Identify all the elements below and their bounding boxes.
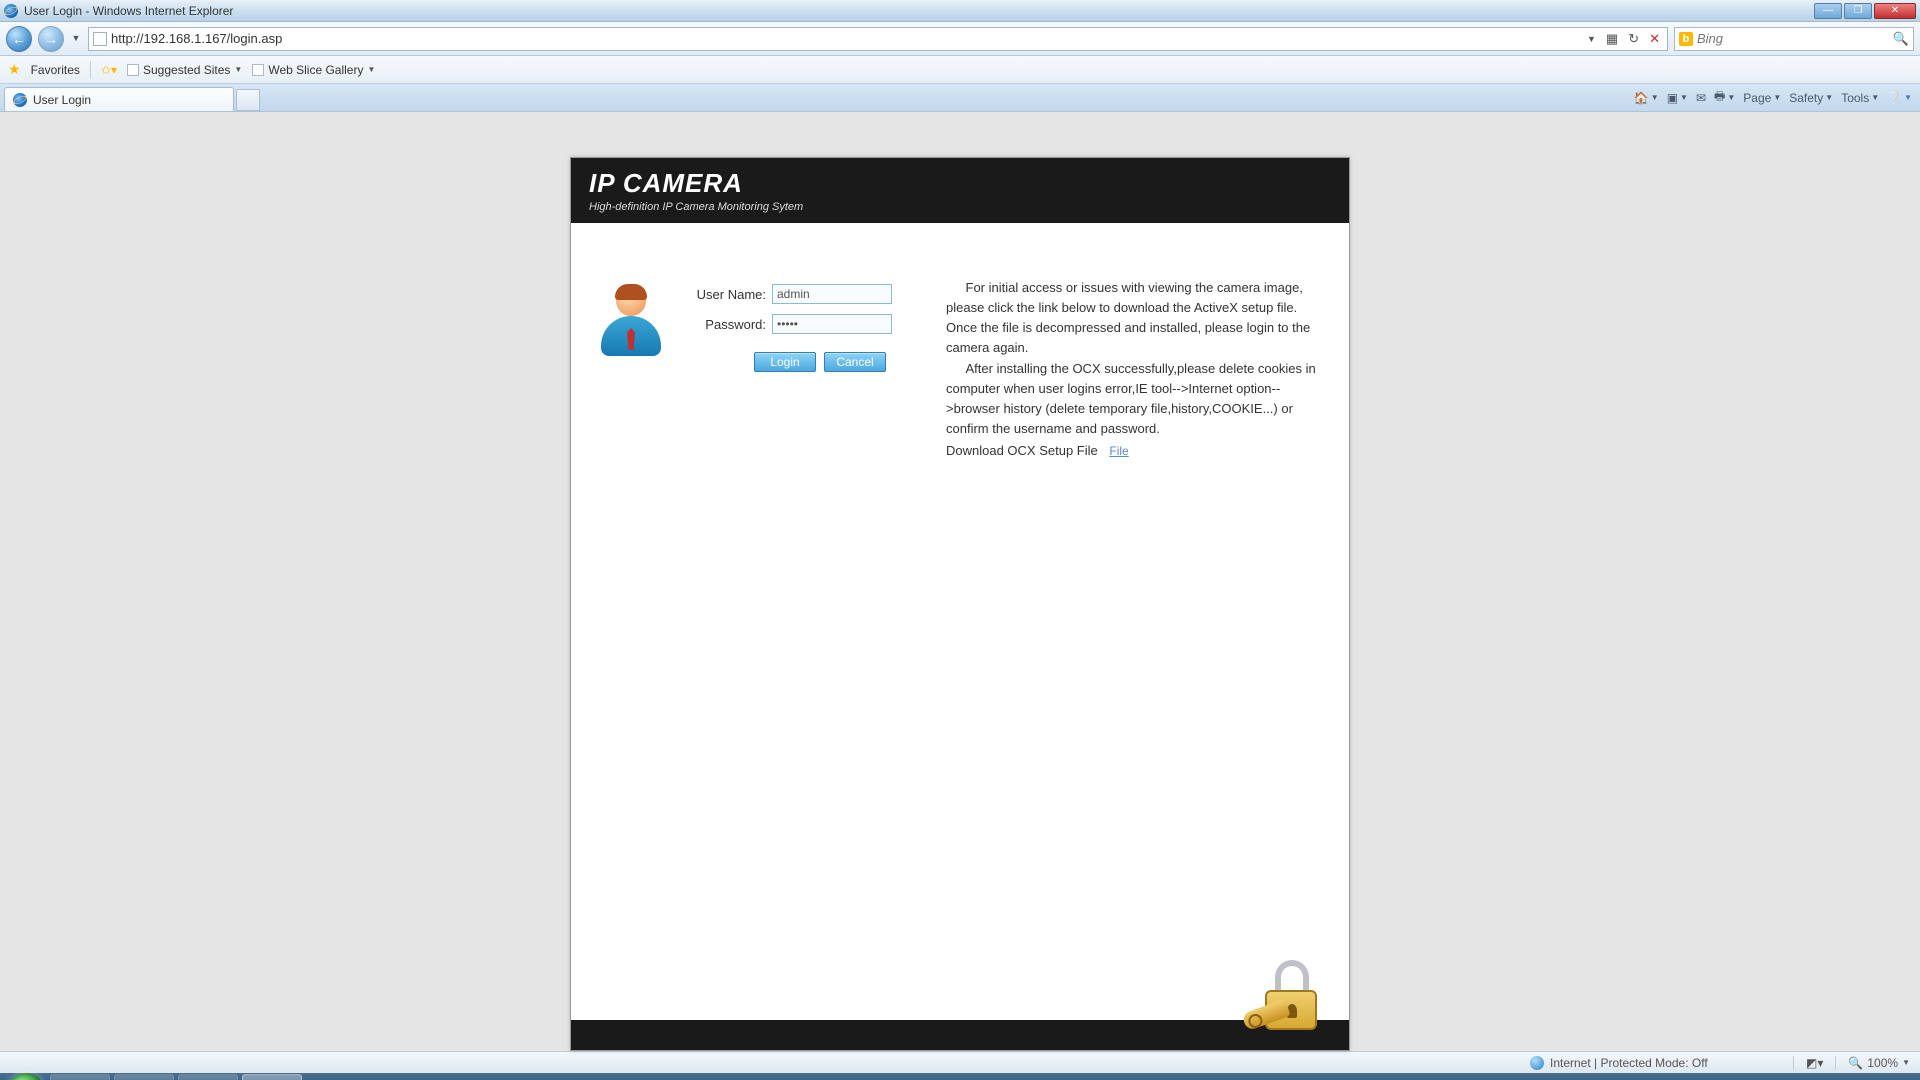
login-panel-footer [571,1020,1349,1050]
separator [1793,1056,1794,1070]
search-button[interactable]: 🔍 [1893,31,1909,47]
taskbar-explorer[interactable] [178,1074,238,1080]
zone-indicator[interactable]: Internet | Protected Mode: Off [1530,1056,1708,1070]
page-content: IP CAMERA High-definition IP Camera Moni… [0,112,1920,1051]
login-form-area: User Name: Password: Login Cancel [596,278,926,990]
globe-icon [1530,1056,1544,1070]
favorites-bar: ★ Favorites ✩▾ Suggested Sites ▼ Web Sli… [0,56,1920,84]
page-icon [252,64,264,76]
lock-icon [1243,966,1323,1032]
download-ocx-link[interactable]: File [1109,444,1128,458]
user-avatar-icon [596,286,666,356]
addr-dropdown-icon[interactable]: ▼ [1584,34,1599,44]
tools-menu[interactable]: Tools▼ [1841,91,1879,105]
taskbar: ◧ ▥ ▤ ◆ ❖ ⚑ 🖧 🔊 ⚐ 3:43 PM 1/2/2014 [0,1073,1920,1080]
ie-icon [13,93,27,107]
status-bar: Internet | Protected Mode: Off ◩▾ 🔍 100%… [0,1051,1920,1073]
help-paragraph-1: For initial access or issues with viewin… [946,278,1324,359]
cancel-button[interactable]: Cancel [824,352,886,372]
feeds-button[interactable]: ▣▼ [1667,91,1688,105]
favorites-star-icon[interactable]: ★ [8,61,21,78]
login-panel-header: IP CAMERA High-definition IP Camera Moni… [571,158,1349,223]
login-panel: IP CAMERA High-definition IP Camera Moni… [570,157,1350,1051]
status-icon[interactable]: ◩▾ [1806,1056,1823,1070]
page-menu[interactable]: Page▼ [1743,91,1781,105]
bing-icon: b [1679,32,1693,46]
search-input[interactable] [1697,31,1889,46]
login-form: User Name: Password: Login Cancel [682,278,926,990]
login-button[interactable]: Login [754,352,816,372]
maximize-button[interactable]: ❐ [1844,3,1872,19]
new-tab-button[interactable] [236,89,260,111]
help-text-area: For initial access or issues with viewin… [946,278,1324,990]
dropdown-icon: ▼ [367,65,375,74]
address-toolbar: ← → ▼ ▼ ▦ ↻ ✕ b 🔍 [0,22,1920,56]
tab-title: User Login [33,93,91,107]
dropdown-icon: ▼ [234,65,242,74]
taskbar-app-2[interactable]: ▥ [114,1074,174,1080]
window-titlebar: User Login - Windows Internet Explorer —… [0,0,1920,22]
window-title: User Login - Windows Internet Explorer [24,4,1814,18]
separator [1835,1056,1836,1070]
home-button[interactable]: 🏠▼ [1634,91,1659,105]
protected-mode-label: Internet | Protected Mode: Off [1550,1056,1708,1070]
page-icon [93,32,107,46]
download-label: Download OCX Setup File [946,443,1098,458]
start-button[interactable] [6,1073,46,1080]
web-slice-gallery-link[interactable]: Web Slice Gallery ▼ [252,63,375,77]
safety-menu[interactable]: Safety▼ [1789,91,1833,105]
print-button[interactable]: 🖶▼ [1714,87,1735,108]
system-tray: ▤ ◆ ❖ ⚑ 🖧 🔊 ⚐ 3:43 PM 1/2/2014 [1721,1073,1912,1080]
favorites-label[interactable]: Favorites [31,63,80,77]
taskbar-ie[interactable] [242,1074,302,1080]
username-label: User Name: [682,287,772,302]
help-button[interactable]: ❔▼ [1887,91,1912,105]
refresh-button[interactable]: ↻ [1625,31,1642,47]
window-controls: — ❐ ✕ [1814,3,1916,19]
panel-title: IP CAMERA [589,168,1331,199]
suggested-sites-link[interactable]: Suggested Sites ▼ [127,63,242,77]
favorites-add-icon[interactable]: ✩▾ [101,63,117,77]
zoom-value: 100% [1867,1056,1898,1070]
close-button[interactable]: ✕ [1874,3,1916,19]
zoom-control[interactable]: 🔍 100% ▼ [1848,1056,1910,1070]
separator [90,61,91,79]
stop-button[interactable]: ✕ [1646,31,1663,47]
tab-strip: User Login 🏠▼ ▣▼ ✉ 🖶▼ Page▼ Safety▼ Tool… [0,84,1920,112]
address-input[interactable] [111,31,1580,46]
compat-view-icon[interactable]: ▦ [1603,31,1621,47]
command-bar: 🏠▼ ▣▼ ✉ 🖶▼ Page▼ Safety▼ Tools▼ ❔▼ [1634,84,1912,111]
login-panel-body: User Name: Password: Login Cancel For in… [571,223,1349,1020]
taskbar-app-1[interactable]: ◧ [50,1074,110,1080]
address-tools: ▼ ▦ ↻ ✕ [1584,31,1663,47]
read-mail-button[interactable]: ✉ [1696,91,1706,105]
zoom-icon: 🔍 [1848,1056,1863,1070]
ie-icon [4,4,18,18]
password-label: Password: [682,317,772,332]
minimize-button[interactable]: — [1814,3,1842,19]
help-paragraph-2: After installing the OCX successfully,pl… [946,359,1324,440]
panel-subtitle: High-definition IP Camera Monitoring Syt… [589,201,1331,213]
back-button[interactable]: ← [6,26,32,52]
username-input[interactable] [772,284,892,304]
forward-button[interactable]: → [38,26,64,52]
page-icon [127,64,139,76]
tab-user-login[interactable]: User Login [4,87,234,111]
password-input[interactable] [772,314,892,334]
search-box: b 🔍 [1674,27,1914,51]
nav-history-dropdown[interactable]: ▼ [70,33,82,45]
address-field-wrap: ▼ ▦ ↻ ✕ [88,27,1668,51]
dropdown-icon: ▼ [1902,1058,1910,1067]
